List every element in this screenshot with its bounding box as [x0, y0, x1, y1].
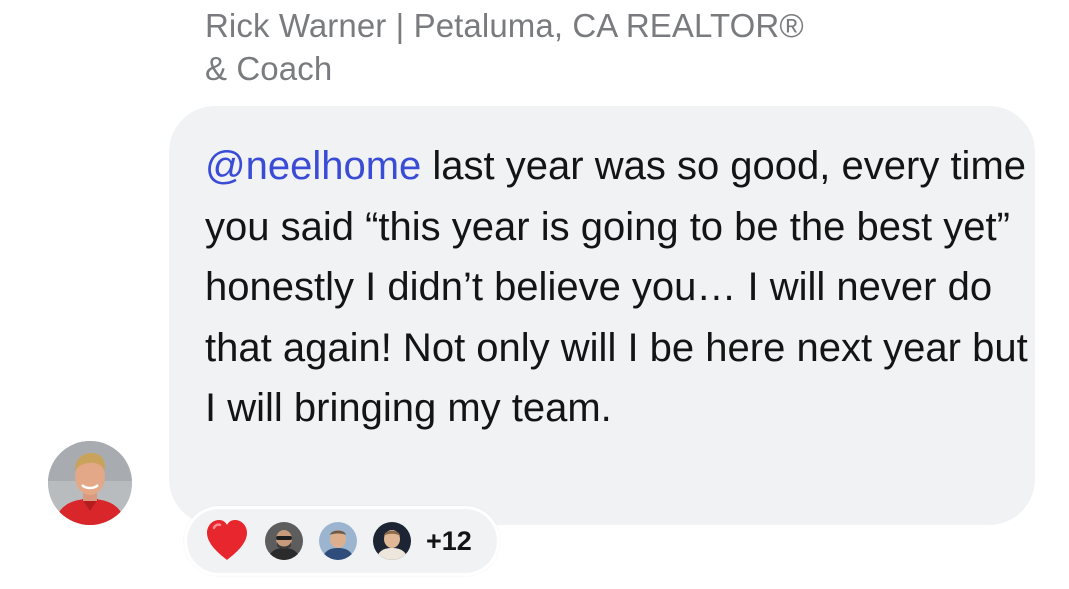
reaction-count[interactable]: +12 [426, 524, 472, 558]
author-name-line1: Rick Warner | Petaluma, CA REALTOR® [205, 7, 804, 44]
reactor-avatar[interactable] [263, 520, 305, 562]
comment-author-name[interactable]: Rick Warner | Petaluma, CA REALTOR® & Co… [205, 4, 905, 90]
author-name-line2: & Coach [205, 50, 333, 87]
mention-link[interactable]: @neelhome [205, 144, 421, 188]
heart-icon [207, 520, 247, 560]
reactor-avatar[interactable] [317, 520, 359, 562]
reactor-avatar[interactable] [371, 520, 413, 562]
avatar[interactable] [48, 441, 132, 525]
avatar-photo [48, 441, 132, 525]
comment-text: @neelhome last year was so good, every t… [205, 136, 1035, 439]
